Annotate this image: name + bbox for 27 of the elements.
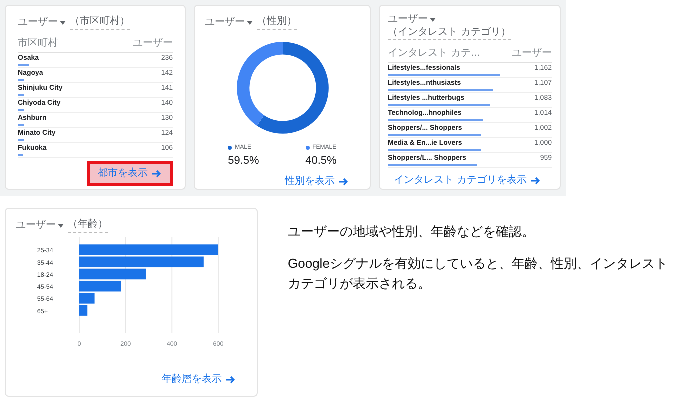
arrow-right-icon: [152, 170, 162, 178]
arrow-right-icon: [339, 178, 349, 186]
note-paragraph: Googleシグナルを有効にしていると、年齢、性別、インタレストカテゴリが表示される。: [288, 255, 669, 293]
metric-selector[interactable]: ユーザー: [205, 16, 253, 29]
legend-value: 40.5%: [306, 154, 337, 168]
dimension-label: （市区町村）: [70, 16, 130, 30]
metric-selector[interactable]: ユーザー: [388, 14, 436, 26]
column-header: 市区町村: [18, 38, 58, 50]
view-link[interactable]: 性別を表示: [274, 169, 360, 194]
column-header: ユーザー: [512, 48, 552, 60]
dropdown-caret-icon: [430, 18, 436, 22]
view-link[interactable]: インタレスト カテゴリを表示: [383, 168, 552, 193]
legend-value: 59.5%: [228, 154, 260, 168]
column-header: ユーザー: [133, 38, 173, 50]
note-paragraph: ユーザーの地域や性別、年齢などを確認。: [288, 223, 536, 241]
column-header: インタレスト カテ…: [388, 48, 481, 60]
dropdown-caret-icon: [58, 224, 64, 228]
view-link[interactable]: 年齢層を表示: [151, 367, 247, 392]
dimension-label: （年齢）: [68, 219, 108, 232]
arrow-right-icon: [531, 176, 541, 184]
metric-selector[interactable]: ユーザー: [18, 16, 66, 29]
metric-selector[interactable]: ユーザー: [16, 220, 64, 232]
dropdown-caret-icon: [60, 20, 66, 25]
dimension-label: （性別）: [257, 16, 297, 30]
arrow-right-icon: [226, 376, 236, 384]
dimension-label: （インタレスト カテゴリ）: [388, 26, 511, 40]
dropdown-caret-icon: [247, 20, 253, 25]
